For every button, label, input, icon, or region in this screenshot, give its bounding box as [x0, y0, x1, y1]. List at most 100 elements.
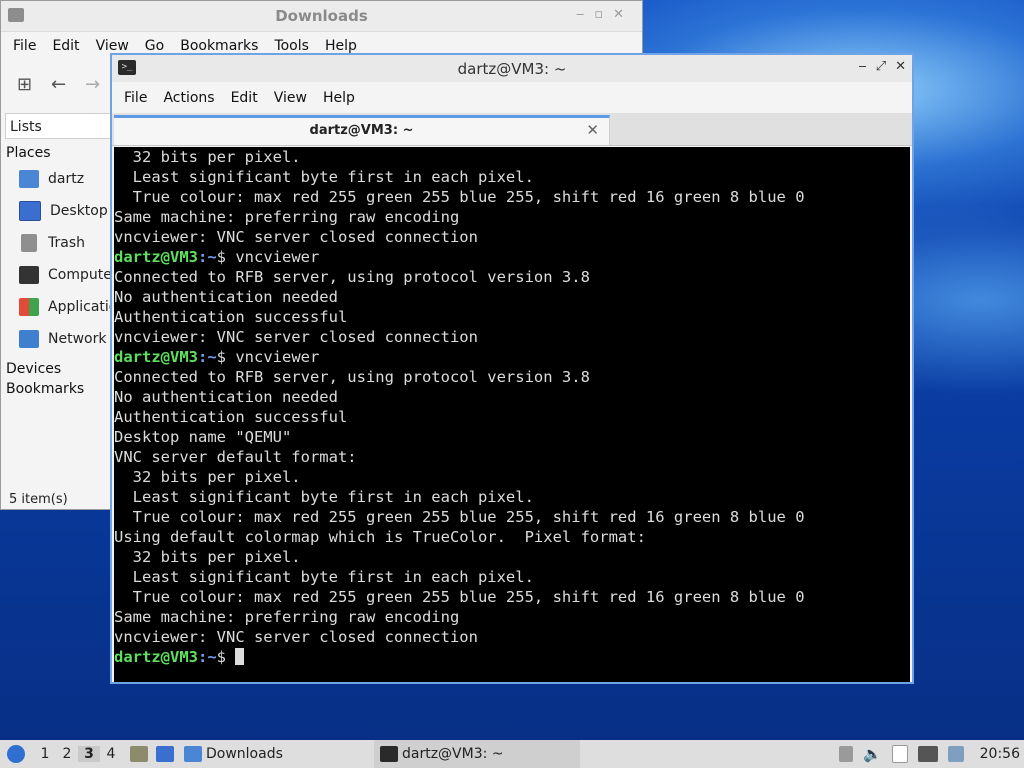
file-manager-title: Downloads [275, 7, 368, 25]
terminal-tab-bar: dartz@VM3: ~ ✕ [112, 113, 912, 146]
terminal-line: True colour: max red 255 green 255 blue … [114, 587, 910, 607]
home-folder-icon [19, 170, 39, 188]
term-menu-edit[interactable]: Edit [223, 90, 266, 106]
terminal-line: vncviewer: VNC server closed connection [114, 327, 910, 347]
file-manager-sidebar: Lists Places dartz Desktop Trash Compute… [5, 113, 111, 493]
maximize-button[interactable]: ⤢ [876, 59, 886, 74]
terminal-line: Least significant byte first in each pix… [114, 167, 910, 187]
line-text: vncviewer: VNC server closed connection [114, 628, 478, 646]
window-buttons: ‒ ⤢ ✕ [858, 59, 906, 74]
sidebar-item-computer[interactable]: Computer [5, 259, 111, 291]
terminal-line: VNC server default format: [114, 447, 910, 467]
fm-menu-help[interactable]: Help [317, 38, 365, 54]
prompt-user: dartz@VM3 [114, 648, 198, 666]
line-text: vncviewer: VNC server closed connection [114, 228, 478, 246]
terminal-titlebar[interactable]: >_ dartz@VM3: ~ ‒ ⤢ ✕ [112, 55, 912, 82]
terminal-line: dartz@VM3:~$ vncviewer [114, 347, 910, 367]
terminal-line: True colour: max red 255 green 255 blue … [114, 187, 910, 207]
line-text: Least significant byte first in each pix… [114, 168, 534, 186]
sidebar-mode-select[interactable]: Lists [5, 113, 111, 139]
term-menu-file[interactable]: File [116, 90, 155, 106]
terminal-tab[interactable]: dartz@VM3: ~ ✕ [114, 115, 610, 145]
terminal-line: vncviewer: VNC server closed connection [114, 227, 910, 247]
terminal-title: dartz@VM3: ~ [457, 60, 567, 78]
sidebar-item-applications[interactable]: Applications [5, 291, 111, 323]
terminal-line: Authentication successful [114, 307, 910, 327]
sidebar-item-label: Network [48, 331, 107, 347]
network-status-icon[interactable] [917, 746, 938, 762]
terminal-tab-label: dartz@VM3: ~ [309, 123, 414, 138]
line-text: Authentication successful [114, 308, 348, 326]
fm-menu-edit[interactable]: Edit [44, 38, 87, 54]
terminal-line: vncviewer: VNC server closed connection [114, 627, 910, 647]
fm-menu-file[interactable]: File [5, 38, 44, 54]
workspace-2[interactable]: 2 [56, 746, 78, 762]
text-cursor [235, 648, 245, 665]
app-menu-button[interactable] [0, 745, 32, 763]
sidebar-item-desktop[interactable]: Desktop [5, 195, 111, 227]
task-downloads[interactable]: Downloads [184, 746, 364, 762]
task-terminal[interactable]: dartz@VM3: ~ [374, 740, 580, 768]
terminal-line: dartz@VM3:~$ vncviewer [114, 247, 910, 267]
terminal-line: Connected to RFB server, using protocol … [114, 267, 910, 287]
term-menu-help[interactable]: Help [315, 90, 363, 106]
workspace-switcher: 1 2 3 4 [34, 746, 122, 762]
fm-menu-go[interactable]: Go [137, 38, 172, 54]
new-tab-icon[interactable]: ⊞ [17, 74, 32, 95]
term-menu-actions[interactable]: Actions [155, 90, 222, 106]
sidebar-item-network[interactable]: Network [5, 323, 111, 355]
line-text: No authentication needed [114, 388, 338, 406]
line-text: Authentication successful [114, 408, 348, 426]
term-menu-view[interactable]: View [266, 90, 315, 106]
terminal-window[interactable]: >_ dartz@VM3: ~ ‒ ⤢ ✕ File Actions Edit … [110, 53, 914, 684]
prompt-path: :~ [198, 248, 217, 266]
file-manager-launcher-icon[interactable] [130, 746, 148, 762]
workspace-4[interactable]: 4 [100, 746, 122, 762]
notification-icon[interactable] [947, 746, 964, 762]
line-text: True colour: max red 255 green 255 blue … [114, 508, 805, 526]
terminal-line: Using default colormap which is TrueColo… [114, 527, 910, 547]
terminal-line: Least significant byte first in each pix… [114, 567, 910, 587]
workspace-3[interactable]: 3 [78, 746, 100, 762]
terminal-line: No authentication needed [114, 387, 910, 407]
fm-menu-tools[interactable]: Tools [266, 38, 317, 54]
line-text [226, 648, 235, 666]
fm-menu-view[interactable]: View [88, 38, 137, 54]
fm-menu-bookmarks[interactable]: Bookmarks [172, 38, 266, 54]
sidebar-item-label: Computer [48, 267, 111, 283]
file-manager-titlebar[interactable]: Downloads ‒▫✕ [1, 1, 642, 32]
show-desktop-icon[interactable] [156, 746, 174, 762]
window-buttons[interactable]: ‒▫✕ [576, 7, 634, 22]
prompt-symbol: $ [216, 248, 227, 266]
bookmarks-header[interactable]: Bookmarks [5, 379, 111, 399]
sidebar-item-trash[interactable]: Trash [5, 227, 111, 259]
terminal-output[interactable]: 32 bits per pixel. Least significant byt… [114, 147, 910, 682]
sidebar-item-dartz[interactable]: dartz [5, 163, 111, 195]
back-arrow-icon[interactable]: ← [51, 74, 66, 95]
trash-icon [21, 234, 37, 252]
terminal-icon [380, 746, 398, 762]
workspace-1[interactable]: 1 [34, 746, 56, 762]
places-header[interactable]: Places [5, 139, 111, 163]
network-icon [19, 330, 39, 348]
close-button[interactable]: ✕ [895, 59, 906, 74]
prompt-user: dartz@VM3 [114, 248, 198, 266]
line-text: vncviewer [226, 248, 320, 266]
volume-icon[interactable]: 🔈 [863, 745, 882, 763]
line-text: 32 bits per pixel. [114, 148, 301, 166]
devices-header[interactable]: Devices [5, 355, 111, 379]
sidebar-item-label: Trash [48, 235, 85, 251]
terminal-line: 32 bits per pixel. [114, 147, 910, 167]
close-tab-icon[interactable]: ✕ [586, 121, 599, 139]
applications-icon [19, 298, 39, 316]
forward-arrow-icon[interactable]: → [85, 74, 100, 95]
computer-icon [19, 266, 39, 284]
minimize-button[interactable]: ‒ [858, 59, 866, 74]
clipboard-icon[interactable] [891, 745, 908, 763]
line-text: Desktop name "QEMU" [114, 428, 292, 446]
terminal-line: Authentication successful [114, 407, 910, 427]
line-text: Least significant byte first in each pix… [114, 568, 534, 586]
eject-icon[interactable] [838, 746, 853, 762]
prompt-symbol: $ [216, 348, 227, 366]
clock[interactable]: 20:56 [980, 746, 1020, 762]
